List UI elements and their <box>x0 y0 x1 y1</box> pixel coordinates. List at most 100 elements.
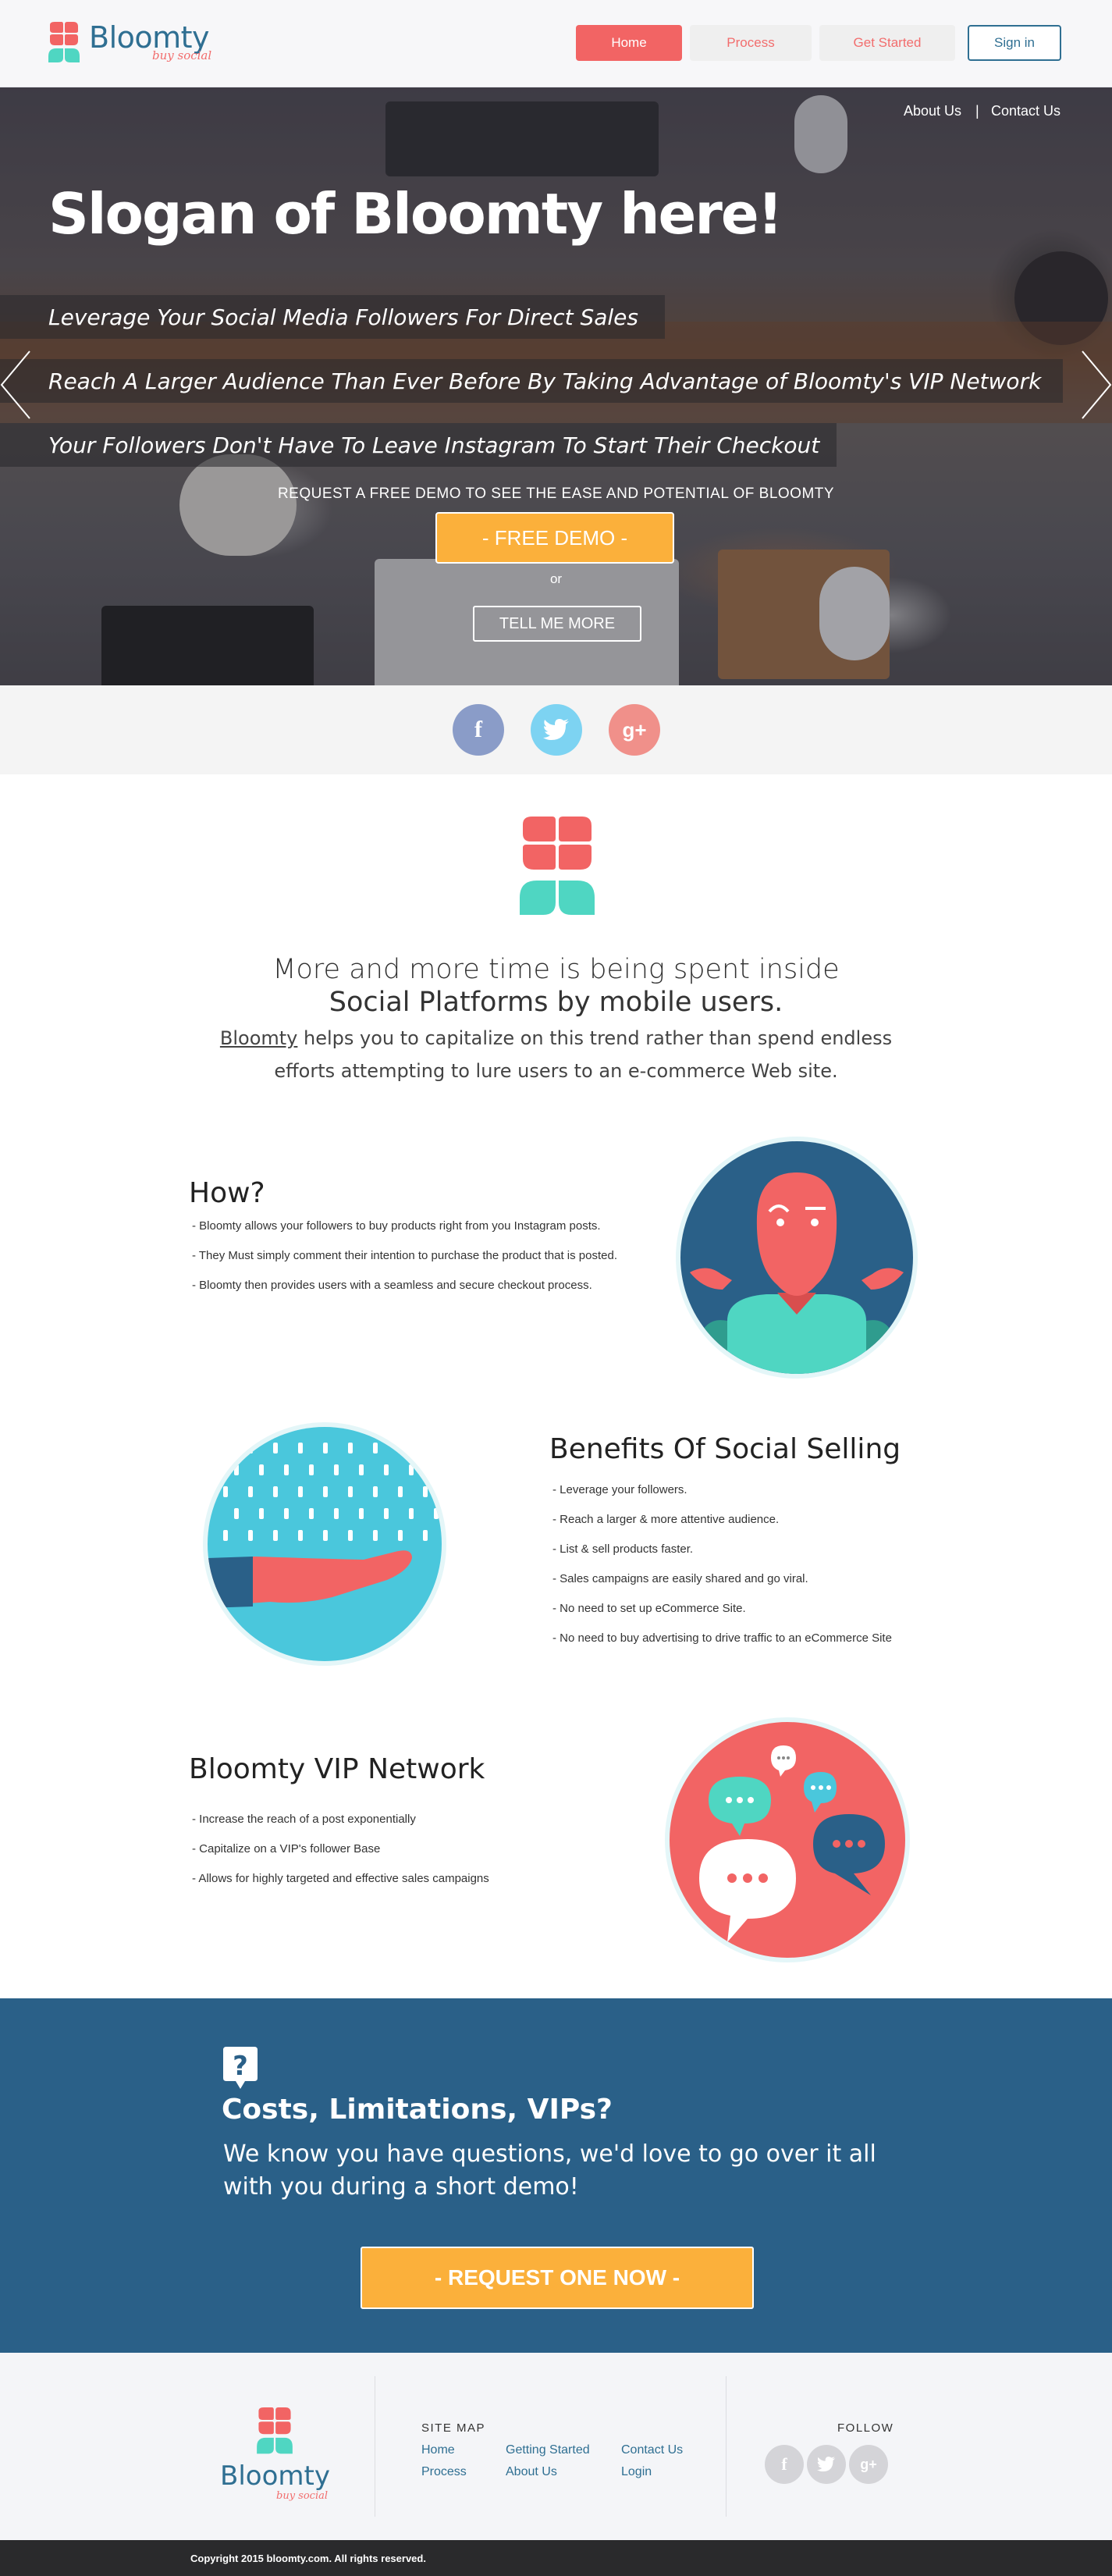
bloomty-large-logo-icon <box>520 817 595 915</box>
how-title: How? <box>189 1177 265 1209</box>
hero-slogan: Slogan of Bloomty here! <box>48 181 783 247</box>
raindrop-shape <box>309 1508 314 1519</box>
bloomty-link[interactable]: Bloomty <box>220 1027 298 1049</box>
googleplus-icon[interactable]: g+ <box>609 704 660 756</box>
footer-logo-icon <box>257 2407 293 2454</box>
raindrop-shape <box>273 1530 278 1541</box>
carousel-next-arrow-icon[interactable] <box>1081 350 1112 420</box>
footer-googleplus-glyph: g+ <box>860 2456 877 2472</box>
list-item: - List & sell products faster. <box>552 1542 694 1556</box>
raindrop-shape <box>323 1486 328 1497</box>
hero-tagline-1: Leverage Your Social Media Followers For… <box>0 295 665 339</box>
raindrop-shape <box>384 1508 389 1519</box>
intro-body-line-1: Bloomty helps you to capitalize on this … <box>0 1027 1112 1049</box>
hero-about-link[interactable]: About Us <box>904 103 961 119</box>
raindrop-shape <box>234 1508 239 1519</box>
facebook-glyph: f <box>474 717 482 742</box>
raindrop-shape <box>298 1443 303 1453</box>
intro-body-line-1-text: helps you to capitalize on this trend ra… <box>297 1027 893 1049</box>
raindrop-shape <box>259 1464 264 1475</box>
vip-title: Bloomty VIP Network <box>189 1753 485 1785</box>
raindrop-shape <box>398 1443 403 1453</box>
raindrop-shape <box>373 1530 378 1541</box>
nav-process-button[interactable]: Process <box>690 25 812 61</box>
cta-body-line-1: We know you have questions, we'd love to… <box>223 2140 876 2168</box>
vip-list: - Increase the reach of a post exponenti… <box>192 1811 489 1900</box>
twitter-bird-icon <box>543 719 569 740</box>
footer-link-contact[interactable]: Contact Us <box>621 2443 683 2457</box>
benefits-title: Benefits Of Social Selling <box>549 1433 901 1465</box>
raindrop-shape <box>334 1508 339 1519</box>
footer-logo[interactable]: Bloomty buy social <box>220 2407 330 2509</box>
cta-title: Costs, Limitations, VIPs? <box>222 2094 613 2126</box>
footer-link-getting-started[interactable]: Getting Started <box>506 2443 590 2457</box>
list-item: - Bloomty allows your followers to buy p… <box>192 1219 601 1233</box>
raindrop-shape <box>273 1443 278 1453</box>
raindrop-shape <box>248 1443 253 1453</box>
raindrop-shape <box>248 1486 253 1497</box>
footer-twitter-icon[interactable] <box>807 2445 846 2484</box>
hero-tagline-3: Your Followers Don't Have To Leave Insta… <box>0 423 837 467</box>
raindrop-shape <box>259 1508 264 1519</box>
raindrop-shape <box>223 1443 228 1453</box>
raindrop-shape <box>223 1486 228 1497</box>
raindrop-shape <box>348 1443 353 1453</box>
hero-banner: About Us | Contact Us Slogan of Bloomty … <box>0 87 1112 685</box>
carousel-prev-arrow-icon[interactable] <box>0 350 31 420</box>
footer-link-login[interactable]: Login <box>621 2465 652 2479</box>
raindrop-shape <box>284 1464 289 1475</box>
free-demo-button[interactable]: - FREE DEMO - <box>435 512 674 564</box>
nav-home-button[interactable]: Home <box>576 25 682 61</box>
header-logo[interactable]: Bloomty buy social <box>48 20 220 67</box>
raindrop-shape <box>423 1530 428 1541</box>
raindrop-shape <box>373 1443 378 1453</box>
footer-googleplus-icon[interactable]: g+ <box>849 2445 888 2484</box>
list-item: - Increase the reach of a post exponenti… <box>192 1813 416 1826</box>
demo-caption: REQUEST A FREE DEMO TO SEE THE EASE AND … <box>277 486 835 502</box>
raindrop-shape <box>309 1464 314 1475</box>
raindrop-shape <box>348 1486 353 1497</box>
raindrop-shape <box>423 1486 428 1497</box>
list-item: - Reach a larger & more attentive audien… <box>552 1513 780 1526</box>
nav-get-started-button[interactable]: Get Started <box>819 25 955 61</box>
hero-link-separator: | <box>975 103 979 119</box>
raindrop-shape <box>423 1443 428 1453</box>
copyright-text: Copyright 2015 bloomty.com. All rights r… <box>190 2553 426 2564</box>
footer-divider <box>726 2376 727 2517</box>
raindrop-shape <box>384 1464 389 1475</box>
twitter-icon[interactable] <box>531 704 582 756</box>
tell-me-more-button[interactable]: TELL ME MORE <box>473 606 641 642</box>
list-item: - They Must simply comment their intenti… <box>192 1249 617 1262</box>
request-demo-button[interactable]: - REQUEST ONE NOW - <box>361 2247 754 2309</box>
footer-link-about[interactable]: About Us <box>506 2465 557 2479</box>
rain-hand-illustration-icon <box>208 1427 442 1661</box>
list-item: - Allows for highly targeted and effecti… <box>192 1872 489 1885</box>
confused-person-illustration-icon <box>680 1141 913 1374</box>
bottom-bar: Copyright 2015 bloomty.com. All rights r… <box>0 2540 1112 2576</box>
raindrop-shape <box>359 1464 364 1475</box>
raindrop-shape <box>434 1464 439 1475</box>
facebook-icon[interactable]: f <box>453 704 504 756</box>
list-item: - Capitalize on a VIP's follower Base <box>192 1842 381 1856</box>
list-item: - Bloomty then provides users with a sea… <box>192 1279 592 1292</box>
raindrop-shape <box>334 1464 339 1475</box>
list-item: - No need to set up eCommerce Site. <box>552 1602 746 1615</box>
hero-contact-link[interactable]: Contact Us <box>991 103 1060 119</box>
footer-link-home[interactable]: Home <box>421 2443 455 2457</box>
list-item: - Leverage your followers. <box>552 1483 687 1496</box>
site-footer: Bloomty buy social SITE MAP Home Process… <box>0 2353 1112 2540</box>
footer-facebook-icon[interactable]: f <box>765 2445 804 2484</box>
raindrop-shape <box>398 1530 403 1541</box>
footer-logo-text: Bloomty <box>220 2460 330 2492</box>
list-item: - No need to buy advertising to drive tr… <box>552 1631 892 1645</box>
raindrop-shape <box>234 1464 239 1475</box>
sitemap-title: SITE MAP <box>421 2421 486 2435</box>
benefits-list: - Leverage your followers. - Reach a lar… <box>552 1482 892 1660</box>
googleplus-glyph: g+ <box>622 717 647 742</box>
sign-in-button[interactable]: Sign in <box>968 25 1061 61</box>
raindrop-shape <box>323 1530 328 1541</box>
intro-heading-line-2: Social Platforms by mobile users. <box>329 987 783 1018</box>
footer-link-process[interactable]: Process <box>421 2465 467 2479</box>
raindrop-shape <box>398 1486 403 1497</box>
or-text: or <box>549 571 563 586</box>
